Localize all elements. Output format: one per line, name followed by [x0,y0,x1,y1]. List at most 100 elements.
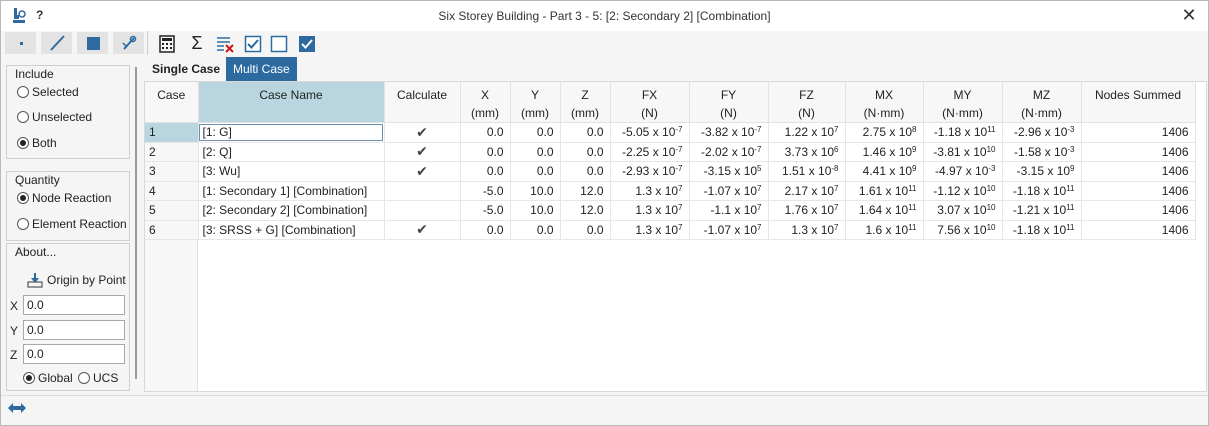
z-origin-field[interactable] [23,344,125,364]
calculate-cell[interactable]: ✔ [384,161,461,182]
column-header[interactable]: Z (mm) [560,82,611,123]
check-selected-button[interactable] [295,32,319,54]
mantissa: -1.1 [710,203,732,218]
check-all-button[interactable] [241,32,265,54]
mantissa: 1.3 [635,222,653,237]
include-selected-radio[interactable]: Selected [17,83,79,101]
case-name-cell[interactable]: [3: SRSS + G] [Combination] [198,220,385,240]
clear-list-button[interactable] [213,32,237,54]
column-header[interactable]: Case Name [198,82,385,123]
mz-cell: -3.15 x 109 [1002,161,1082,182]
mantissa: -3.81 [933,144,961,159]
x-origin-field[interactable] [23,295,125,315]
mx-cell: 2.75 x 108 [845,122,924,143]
column-header[interactable]: FX (N) [610,82,690,123]
case-number-cell[interactable]: 4 [145,181,199,201]
uncheck-all-button[interactable] [267,32,291,54]
column-header[interactable]: Case [145,82,199,123]
column-header-unit: (mm) [571,106,599,120]
case-number-cell[interactable]: 1 [145,122,199,143]
exponent: 7 [834,183,839,193]
column-header[interactable]: Calculate [384,82,461,123]
tab-single-case[interactable]: Single Case [145,57,228,81]
times-ten: x 10 [1041,144,1068,159]
calculate-cell[interactable]: ✔ [384,122,461,143]
column-header[interactable]: X (mm) [460,82,511,123]
column-header[interactable]: Nodes Summed [1081,82,1196,123]
options-panel: Include Selected Unselected Both Quantit… [1,57,133,395]
column-header-label: FY [720,88,737,102]
exponent: -7 [754,144,762,154]
calculate-cell[interactable]: ✔ [384,220,461,240]
case-number-cell[interactable]: 2 [145,142,199,162]
times-ten: x 10 [728,125,755,140]
column-header[interactable]: MY (N·mm) [923,82,1003,123]
area-filter-button[interactable] [77,32,109,54]
quantity-title: Quantity [15,173,60,187]
y-origin-field[interactable] [23,320,125,340]
times-ten: x 10 [1044,164,1071,179]
case-name-cell[interactable]: [1: Secondary 1] [Combination] [198,181,385,201]
fz-cell: 3.73 x 106 [768,142,846,162]
node-filter-button[interactable] [5,32,37,54]
ucs-radio[interactable]: UCS [78,369,118,387]
table-row[interactable]: 3 [3: Wu] ✔ 0.0 0.0 0.0 -2.93 x 10-7 -3.15 x 10… [145,161,1196,182]
exponent: 10 [986,183,996,193]
calculate-cell[interactable] [384,181,461,201]
calculate-cell[interactable]: ✔ [384,142,461,162]
case-number-cell[interactable]: 3 [145,161,199,182]
case-number-cell[interactable]: 5 [145,200,199,221]
exponent: 11 [908,183,917,193]
y-cell: 0.0 [510,161,561,182]
close-button[interactable]: ✕ [1178,4,1200,26]
table-row[interactable]: 1 [1: G] ✔ 0.0 0.0 0.0 -5.05 x 10-7 -3.82 x 10-… [145,122,1196,143]
column-header-unit: (N·mm) [942,106,983,120]
node-reaction-radio[interactable]: Node Reaction [17,189,111,207]
mantissa: 1.61 [858,183,883,198]
origin-by-point-button[interactable]: Origin by Point [27,272,126,288]
fx-cell: 1.3 x 107 [610,200,690,221]
element-reaction-radio[interactable]: Element Reaction [17,215,127,233]
case-name-cell[interactable]: [3: Wu] [198,161,385,182]
case-name-cell[interactable]: [2: Q] [198,142,385,162]
x-cell: 0.0 [460,220,511,240]
times-ten: x 10 [728,144,755,159]
table-row[interactable]: 5 [2: Secondary 2] [Combination] -5.0 10.0 1… [145,200,1196,221]
tab-multi-case[interactable]: Multi Case [226,57,297,81]
calculate-cell[interactable] [384,200,461,221]
radio-label: Global [38,371,73,385]
calculator-button[interactable] [155,32,179,54]
panel-splitter[interactable] [135,67,137,379]
case-name-cell[interactable]: [1: G] [198,122,385,143]
include-both-radio[interactable]: Both [17,134,57,152]
mz-cell: -1.21 x 1011 [1002,200,1082,221]
column-header-label: MZ [1032,88,1051,102]
table-row[interactable]: 4 [1: Secondary 1] [Combination] -5.0 10.0 1… [145,181,1196,201]
table-row[interactable]: 2 [2: Q] ✔ 0.0 0.0 0.0 -2.25 x 10-7 -2.02 x 10-… [145,142,1196,162]
swap-arrows-icon[interactable] [7,401,27,415]
checkmark-icon: ✔ [416,123,428,140]
results-grid[interactable]: Case Case Name Calculate X (mm) Y (mm) Z (mm) FX (… [144,81,1207,392]
times-ten: x 10 [652,183,679,198]
z-cell: 12.0 [560,181,611,201]
header-row: Case Case Name Calculate X (mm) Y (mm) Z (mm) FX (… [145,82,1196,123]
column-header[interactable]: FZ (N) [768,82,846,123]
line-filter-button[interactable] [41,32,73,54]
times-ten: x 10 [961,125,988,140]
include-unselected-radio[interactable]: Unselected [17,108,92,126]
global-radio[interactable]: Global [23,369,73,387]
exponent: 8 [912,125,917,135]
column-header[interactable]: Y (mm) [510,82,561,123]
fy-cell: -3.82 x 10-7 [689,122,769,143]
case-name-cell[interactable]: [2: Secondary 2] [Combination] [198,200,385,221]
mantissa: 2.17 [784,183,809,198]
column-header[interactable]: MX (N·mm) [845,82,924,123]
times-ten: x 10 [960,183,987,198]
case-number-cell[interactable]: 6 [145,220,199,240]
column-header[interactable]: FY (N) [689,82,769,123]
column-header[interactable]: MZ (N·mm) [1002,82,1082,123]
title-bar: ? Six Storey Building - Part 3 - 5: [2: … [1,1,1208,31]
sum-button[interactable]: Σ [185,32,209,54]
tools-filter-button[interactable] [113,32,145,54]
table-row[interactable]: 6 [3: SRSS + G] [Combination] ✔ 0.0 0.0 0.0 1.… [145,220,1196,240]
